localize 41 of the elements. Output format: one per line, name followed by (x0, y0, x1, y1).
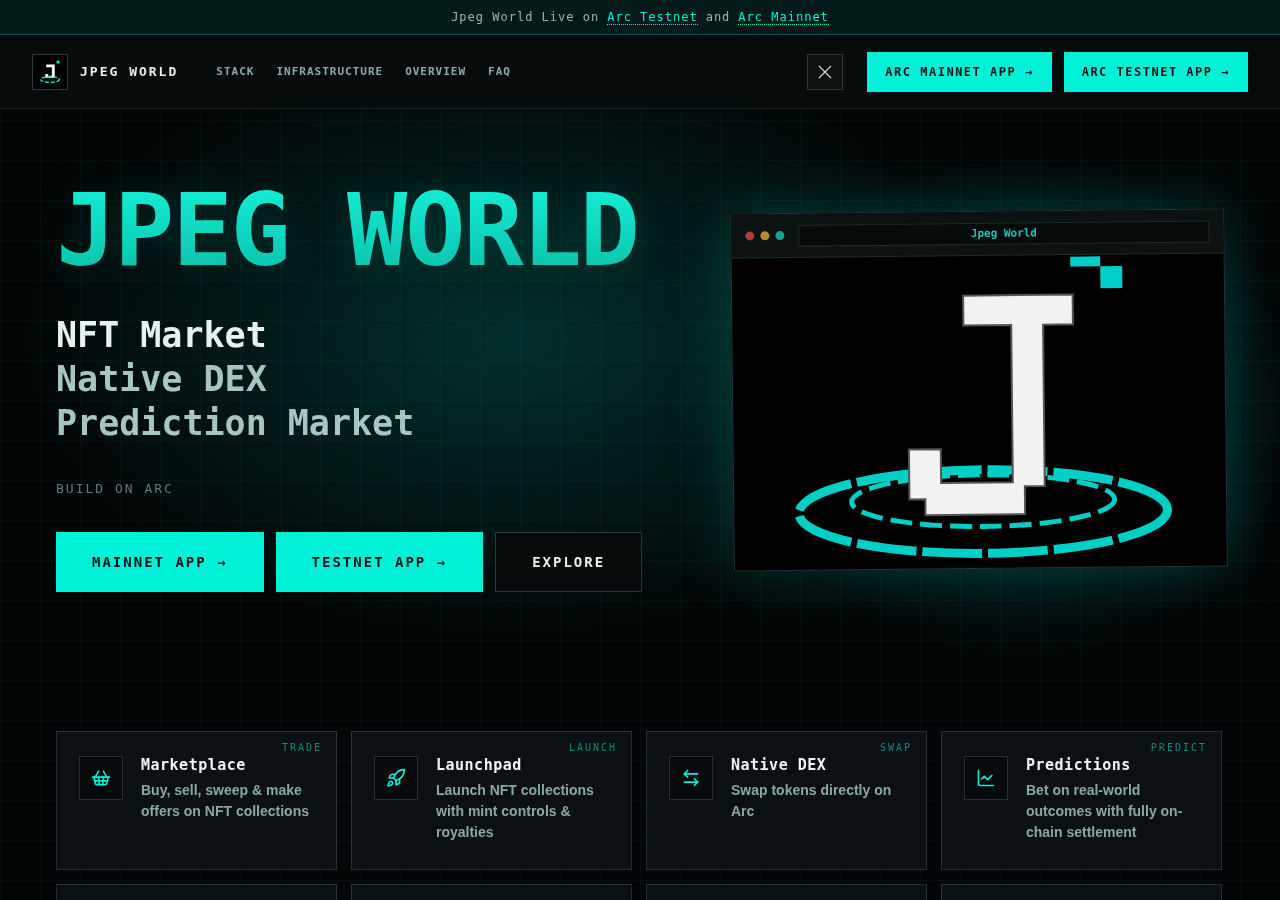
feature-description: Swap tokens directly on Arc (731, 781, 893, 821)
line-chart-icon (976, 768, 996, 788)
explore-button[interactable]: EXPLORE (495, 532, 643, 592)
logo-icon[interactable] (32, 53, 68, 90)
banner-text: and (705, 10, 731, 24)
window-dot-icon (775, 231, 785, 241)
hero-feature-line: Native DEX (56, 358, 268, 401)
window-dot-icon (760, 231, 770, 241)
feature-title: Marketplace (141, 756, 247, 774)
feature-title: Predictions (1026, 756, 1132, 774)
feature-description: Bet on real-world outcomes with fully on-chain settlement (1026, 781, 1184, 842)
feature-description: Launch NFT collections with mint controls & royalties (436, 781, 595, 842)
banner-text: Jpeg World Live on (451, 10, 600, 24)
feature-tag: SWAP (879, 742, 912, 753)
brand-name[interactable]: JPEG WORLD (80, 64, 179, 79)
feature-description: Buy, sell, sweep & make offers on NFT collections (141, 781, 310, 821)
feature-tag: PREDICT (1150, 742, 1207, 753)
tagline: BUILD ON ARC (56, 481, 175, 496)
nav-link[interactable]: INFRASTRUCTURE (276, 65, 384, 78)
preview-title: Jpeg World (798, 220, 1210, 247)
feature-tag: TRADE (281, 742, 322, 753)
app-button[interactable]: MAINNET APP → (56, 532, 264, 592)
feature-title: Native DEX (731, 756, 828, 774)
basket-icon (91, 768, 111, 788)
window-dot-icon (745, 231, 755, 241)
feature-tag: LAUNCH (568, 742, 617, 753)
rocket-icon (386, 768, 406, 788)
feature-title: Launchpad (436, 756, 523, 774)
nav-app-button[interactable]: ARC TESTNET APP → (1063, 51, 1248, 92)
hero-feature-line: Prediction Market (56, 402, 416, 445)
nav-link[interactable]: FAQ (488, 65, 511, 78)
nav-link[interactable]: OVERVIEW (405, 65, 467, 78)
x-logo-icon (817, 63, 834, 80)
testnet-link[interactable]: Arc Testnet (607, 9, 698, 25)
app-button[interactable]: TESTNET APP → (275, 532, 484, 592)
x-social-button[interactable] (807, 53, 844, 90)
swap-arrows-icon (681, 768, 701, 788)
nav-app-button[interactable]: ARC MAINNET APP → (867, 51, 1052, 92)
nav-link[interactable]: STACK (216, 65, 255, 78)
mainnet-link[interactable]: Arc Mainnet (738, 9, 829, 25)
hero-feature-line: NFT Market (56, 314, 268, 357)
